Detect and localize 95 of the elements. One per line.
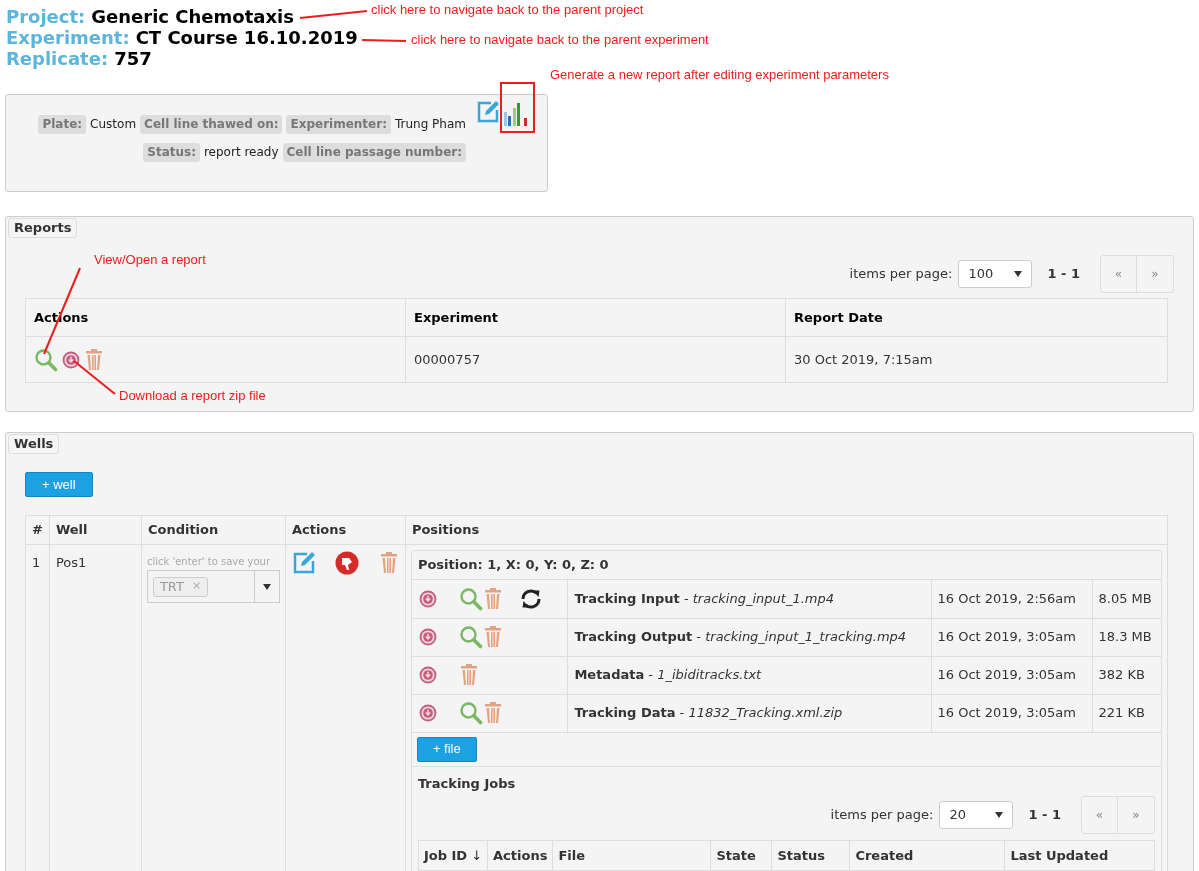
page-range: 1 - 1: [1028, 806, 1061, 825]
edit-icon[interactable]: [291, 551, 316, 575]
table-cell: 221 KB: [1092, 694, 1161, 732]
column-header: Positions: [405, 515, 1168, 545]
breadcrumb-label[interactable]: Project:: [6, 6, 86, 27]
field-value: Custom: [90, 116, 137, 133]
pager-button[interactable]: «: [1100, 255, 1137, 293]
table-cell: 18.3 MB: [1092, 618, 1161, 656]
table-cell: 16 Oct 2019, 3:05am: [931, 618, 1092, 656]
search-icon[interactable]: [458, 586, 483, 611]
column-header: State: [716, 847, 756, 863]
download-icon[interactable]: [418, 589, 437, 608]
annotation-note: click here to navigate back to the parent experiment: [411, 32, 709, 48]
caret-icon: [995, 812, 1004, 818]
pager-button[interactable]: »: [1137, 255, 1174, 293]
panel-tab[interactable]: Wells: [8, 434, 60, 454]
caret-icon: [262, 583, 271, 590]
search-icon[interactable]: [458, 625, 483, 649]
column-header: #: [25, 515, 50, 545]
field-label: Status:: [143, 143, 200, 162]
items-per-page-select[interactable]: 100: [958, 260, 1033, 288]
table-cell: 382 KB: [1092, 656, 1161, 694]
section-title: Tracking Jobs: [417, 774, 517, 793]
column-header: Created: [855, 847, 914, 863]
breadcrumb-link[interactable]: Generic Chemotaxis: [91, 6, 294, 27]
field-hint: click 'enter' to save your: [146, 556, 272, 568]
download-icon[interactable]: [418, 628, 437, 646]
search-icon[interactable]: [458, 701, 483, 725]
table-cell: 16 Oct 2019, 2:56am: [931, 580, 1092, 618]
file-name: Tracking Data - 11832_Tracking.xml.zip: [567, 694, 931, 732]
column-header: Status: [777, 847, 825, 863]
column-header: Well: [49, 515, 142, 545]
table-cell: 00000757: [405, 336, 786, 383]
annotation-note: View/Open a report: [94, 252, 206, 268]
breadcrumb-label[interactable]: Replicate:: [6, 48, 109, 69]
table-cell: 16 Oct 2019, 3:05am: [931, 694, 1092, 732]
field-label: Plate:: [38, 115, 87, 134]
add-well-button[interactable]: + well: [25, 472, 93, 497]
annotation-note: Download a report zip file: [119, 388, 266, 404]
table-cell: 30 Oct 2019, 7:15am: [785, 336, 1168, 383]
table-cell: 16 Oct 2019, 3:05am: [931, 656, 1092, 694]
table-cell: 8.05 MB: [1092, 580, 1161, 618]
trash-icon[interactable]: [378, 551, 399, 575]
condition-select[interactable]: TRT ×: [146, 570, 280, 603]
field-value: Trung Pham: [394, 116, 466, 133]
column-header: Job ID: [423, 847, 468, 863]
edit-icon[interactable]: [476, 100, 500, 124]
leader-line: [73, 360, 116, 395]
highlight-frame: [500, 82, 535, 133]
search-icon[interactable]: [34, 347, 58, 372]
add-file-button[interactable]: + file: [416, 736, 477, 762]
items-per-page-select[interactable]: 20: [939, 801, 1014, 829]
items-per-page-label: items per page:: [849, 265, 953, 284]
field-label: Experimenter:: [286, 115, 391, 134]
field-value: report ready: [203, 144, 279, 161]
breadcrumb-label[interactable]: Experiment:: [6, 27, 130, 48]
field-label: Cell line thawed on:: [140, 115, 283, 134]
column-header: Actions: [493, 847, 548, 863]
breadcrumb-link[interactable]: 757: [114, 48, 152, 69]
column-header: Condition: [141, 515, 286, 545]
table-cell: 1: [25, 544, 50, 871]
column-header: Actions: [285, 515, 406, 545]
trash-icon[interactable]: [458, 663, 479, 687]
annotation-note: Generate a new report after editing experiment parameters: [550, 67, 889, 83]
download-icon[interactable]: [418, 666, 437, 684]
breadcrumb-link[interactable]: CT Course 16.10.2019: [135, 27, 358, 48]
column-header: Last Updated: [1010, 847, 1109, 863]
column-header: Experiment: [405, 298, 786, 337]
file-name: Tracking Output - tracking_input_1_tracking.mp4: [567, 618, 931, 656]
annotation-note: click here to navigate back to the parent project: [371, 2, 644, 18]
leader-line: [299, 10, 368, 19]
remove-tag-button[interactable]: ×: [191, 578, 202, 595]
trash-icon[interactable]: [482, 625, 503, 649]
sort-indicator[interactable]: ↓: [471, 847, 483, 863]
position-title: Position: 1, X: 0, Y: 0, Z: 0: [417, 556, 609, 575]
field-label: Cell line passage number:: [282, 143, 466, 162]
trash-icon[interactable]: [84, 347, 104, 372]
download-icon[interactable]: [62, 350, 80, 369]
trash-icon[interactable]: [482, 701, 503, 725]
file-name: Tracking Input - tracking_input_1.mp4: [567, 580, 931, 618]
caret-icon: [1014, 271, 1023, 277]
pager-button[interactable]: «: [1081, 796, 1118, 834]
download-icon[interactable]: [418, 704, 437, 722]
file-name: Metadata - 1_ibiditracks.txt: [567, 656, 931, 694]
thumbs-down-icon[interactable]: [335, 551, 360, 575]
panel-tab[interactable]: Reports: [8, 218, 78, 238]
tag-text: TRT: [159, 577, 184, 596]
leader-line: [361, 39, 407, 42]
bar-chart-icon[interactable]: [502, 100, 530, 128]
items-per-page-label: items per page:: [830, 806, 934, 825]
trash-icon[interactable]: [482, 586, 503, 611]
column-header: File: [558, 847, 586, 863]
page-range: 1 - 1: [1047, 265, 1080, 284]
pager-button[interactable]: »: [1118, 796, 1155, 834]
column-header: Report Date: [785, 298, 1168, 337]
